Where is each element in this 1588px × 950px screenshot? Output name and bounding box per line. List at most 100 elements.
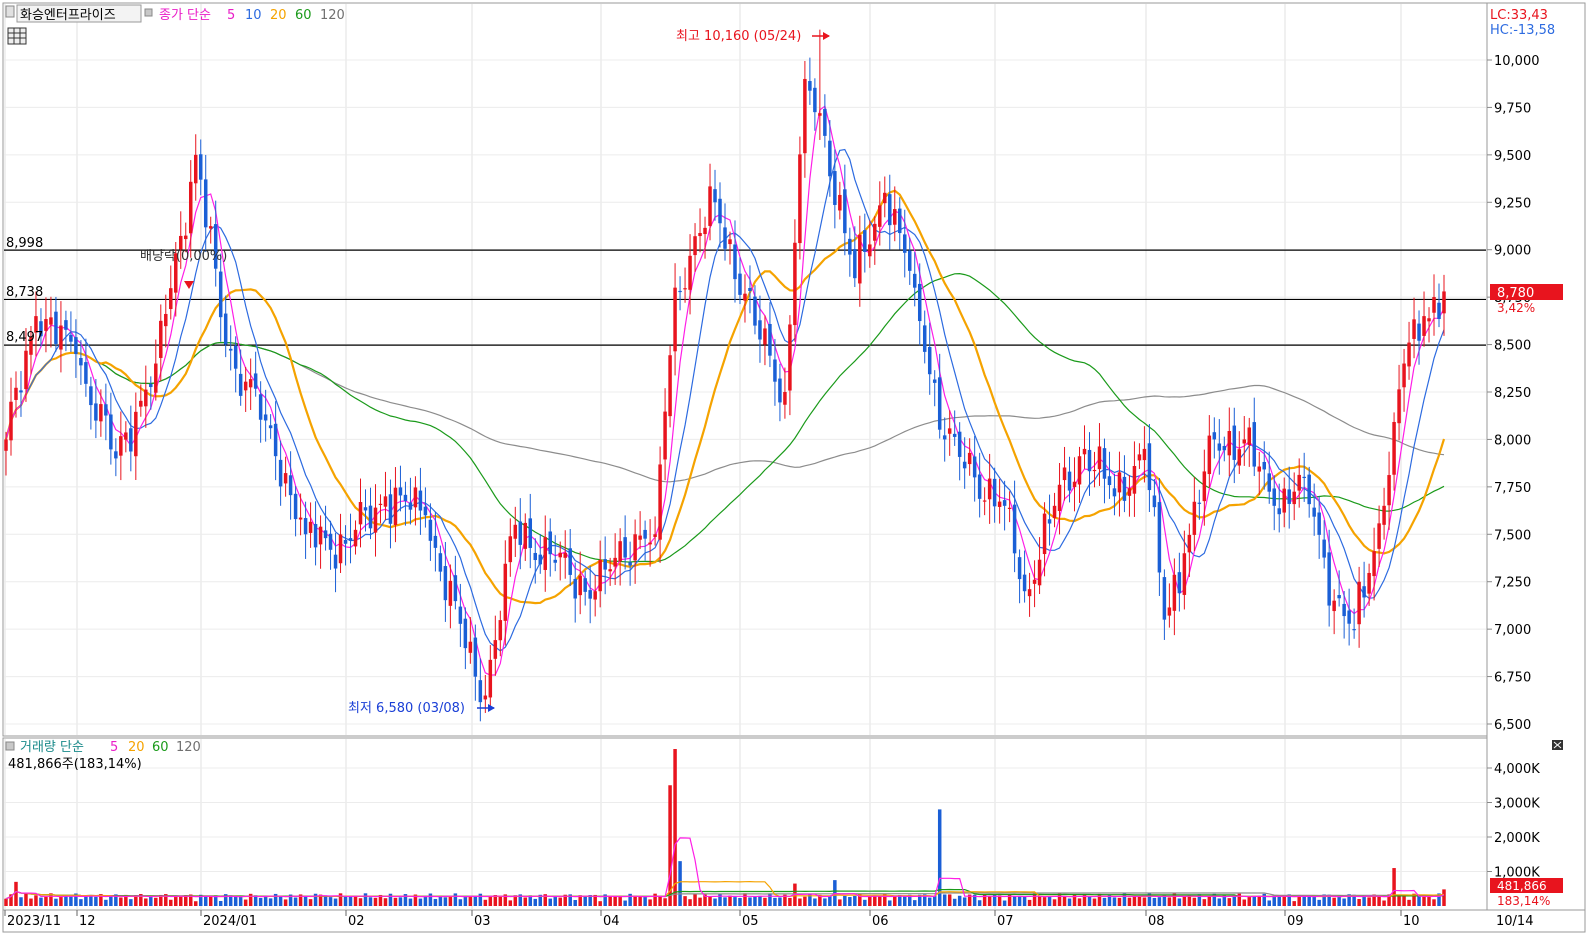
candle-body [808, 81, 812, 91]
volume-bar [1337, 896, 1341, 906]
candle-body [1067, 471, 1072, 491]
candle-body [1232, 425, 1237, 460]
candle-body [1097, 446, 1102, 470]
volume-bar [1032, 893, 1037, 906]
volume-bar [1037, 895, 1042, 906]
volume-bar [573, 899, 577, 906]
candle-body [19, 390, 23, 393]
candle-body [1177, 572, 1182, 594]
candle-body [1382, 505, 1386, 525]
candle-body [203, 179, 208, 228]
volume-bar [1217, 898, 1222, 906]
candle-body [423, 506, 428, 516]
candle-body [703, 227, 707, 235]
candle-body [453, 575, 458, 602]
volume-bar [533, 898, 538, 906]
candle-body [273, 423, 278, 457]
candle-body [498, 620, 503, 641]
candle-body [708, 186, 712, 226]
vol-ma60-label: 60 [152, 740, 169, 755]
volume-tick-label: 3,000K [1494, 797, 1540, 812]
candle-body [922, 325, 927, 352]
candle-body [548, 531, 552, 555]
volume-panel[interactable] [2, 737, 1488, 911]
volume-bar [4, 898, 8, 906]
x-tick-label: 09 [1287, 914, 1304, 929]
volume-toggle-icon[interactable] [5, 741, 15, 751]
candle-body [628, 562, 632, 566]
candle-body [104, 404, 108, 416]
hc-value: HC:-13,58 [1490, 23, 1555, 38]
candle-body [24, 350, 28, 390]
candle-body [179, 235, 183, 250]
volume-bar [1392, 868, 1396, 906]
candle-body [1322, 539, 1326, 558]
candle-body [718, 198, 722, 224]
price-tick-label: 9,000 [1494, 244, 1531, 259]
candle-body [89, 386, 93, 406]
volume-bar [947, 894, 952, 906]
candle-body [528, 518, 533, 548]
candle-body [773, 359, 777, 382]
candle-body [1387, 475, 1391, 506]
candle-body [1242, 439, 1247, 444]
candle-body [388, 494, 393, 524]
candle-body [788, 324, 792, 391]
candle-body [1077, 456, 1082, 485]
volume-bar [723, 897, 727, 906]
candle-body [1347, 610, 1351, 624]
volume-bar [753, 896, 757, 906]
volume-bar [418, 898, 423, 906]
volume-bar [813, 898, 817, 906]
volume-bar [448, 896, 453, 906]
volume-bar [748, 897, 752, 906]
candle-body [1192, 501, 1197, 535]
volume-bar [1002, 900, 1007, 906]
close-panel-icon[interactable] [1552, 740, 1563, 750]
volume-bar [1292, 901, 1296, 906]
volume-bar [84, 896, 88, 906]
candle-body [893, 209, 897, 225]
chart-svg[interactable]: 10,0009,7509,5009,2509,0008,7508,5008,25… [0, 0, 1588, 950]
candle-body [947, 428, 952, 434]
stock-name: 화승엔터프라이즈 [20, 8, 116, 23]
volume-bar [523, 897, 528, 906]
x-tick-label: 03 [474, 914, 491, 929]
volume-bar [873, 895, 877, 906]
candle-body [1157, 502, 1162, 573]
candle-body [328, 533, 333, 550]
candle-body [833, 171, 837, 205]
candle-body [84, 362, 88, 384]
price-tick-label: 7,500 [1494, 528, 1531, 543]
candle-body [1267, 473, 1271, 492]
candle-body [463, 618, 468, 649]
candle-body [783, 392, 787, 405]
candle-body [338, 534, 343, 564]
volume-bar [778, 897, 782, 906]
volume-bar [957, 895, 962, 906]
data-table-icon[interactable] [7, 27, 27, 45]
candle-body [433, 535, 438, 548]
volume-bar [1142, 897, 1147, 906]
volume-bar [698, 897, 702, 906]
candle-body [373, 507, 378, 533]
candle-body [568, 548, 572, 575]
candle-body [843, 189, 847, 234]
volume-bar [368, 897, 373, 906]
candle-body [298, 517, 303, 520]
candle-body [1247, 427, 1252, 446]
volume-bar [443, 897, 448, 906]
candle-body [488, 659, 493, 698]
price-panel[interactable] [2, 2, 1488, 737]
candle-body [418, 490, 423, 511]
indicator-toggle-icon[interactable] [144, 8, 153, 17]
volume-bar [618, 895, 622, 906]
candle-body [803, 78, 807, 154]
candle-body [218, 271, 223, 318]
candle-body [134, 411, 138, 457]
candle-body [1227, 431, 1232, 456]
candle-body [94, 403, 98, 421]
candle-body [1087, 449, 1092, 472]
legend-toggle-icon[interactable] [5, 5, 15, 18]
candle-body [698, 232, 702, 237]
